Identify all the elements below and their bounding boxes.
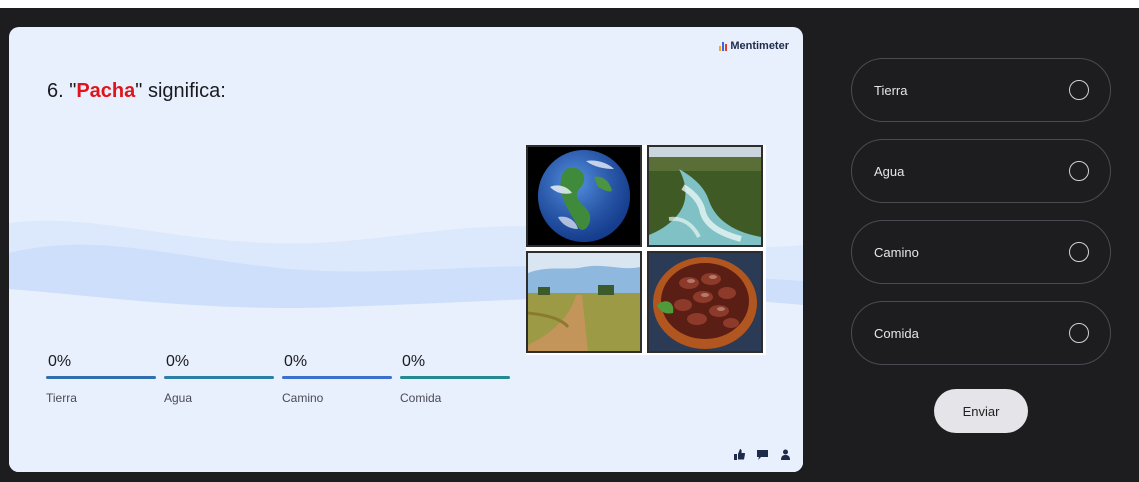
question-suffix: " significa: [135, 80, 226, 102]
reactions-bar [733, 448, 791, 460]
result-bar [400, 376, 510, 379]
result-label: Tierra [46, 391, 77, 405]
submit-button[interactable]: Enviar [934, 389, 1028, 433]
app-window: Mentimeter 6. "Pacha" significa: 0% Tier… [0, 8, 1139, 482]
option-label: Camino [874, 245, 919, 260]
option-comida[interactable]: Comida [851, 301, 1111, 365]
result-percent: 0% [48, 353, 72, 370]
person-icon[interactable] [779, 448, 791, 460]
question-keyword: Pacha [76, 80, 136, 102]
image-grid [526, 145, 766, 355]
brand-name: Mentimeter [730, 40, 789, 52]
option-camino[interactable]: Camino [851, 220, 1111, 284]
result-percent: 0% [166, 353, 190, 370]
voting-panel: Tierra Agua Camino Comida Enviar [816, 8, 1139, 482]
radio-button[interactable] [1069, 323, 1089, 343]
option-tierra[interactable]: Tierra [851, 58, 1111, 122]
result-bar [46, 376, 156, 379]
radio-button[interactable] [1069, 161, 1089, 181]
result-percent: 0% [402, 353, 426, 370]
result-percent: 0% [284, 353, 308, 370]
result-label: Comida [400, 391, 442, 405]
river-water-image [647, 145, 763, 247]
option-agua[interactable]: Agua [851, 139, 1111, 203]
speech-bubble-icon[interactable] [756, 448, 768, 460]
mentimeter-brand: Mentimeter [719, 40, 789, 52]
option-label: Tierra [874, 83, 908, 98]
beans-bowl-image [647, 251, 763, 353]
mentimeter-logo-icon [719, 41, 728, 51]
earth-globe-image [526, 145, 642, 247]
result-bar [164, 376, 274, 379]
question-title: 6. "Pacha" significa: [47, 80, 226, 103]
thumbs-up-icon[interactable] [733, 448, 745, 460]
option-label: Agua [874, 164, 905, 179]
radio-button[interactable] [1069, 80, 1089, 100]
result-label: Agua [164, 391, 193, 405]
question-prefix: 6. " [47, 80, 77, 102]
dirt-road-image [526, 251, 642, 353]
radio-button[interactable] [1069, 242, 1089, 262]
result-label: Camino [282, 391, 324, 405]
presentation-slide: Mentimeter 6. "Pacha" significa: 0% Tier… [9, 27, 803, 472]
option-label: Comida [874, 326, 919, 341]
result-bar [282, 376, 392, 379]
